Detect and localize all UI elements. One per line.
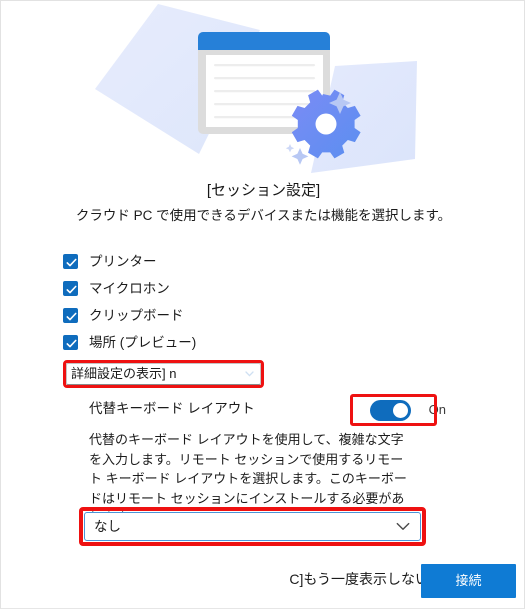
page-title: [セッション設定] <box>206 182 321 199</box>
checkmark-icon[interactable] <box>63 335 78 350</box>
checkmark-icon[interactable] <box>63 281 78 296</box>
checkbox-row-printer[interactable]: プリンター <box>63 248 363 275</box>
dont-show-again-label[interactable]: C]もう一度表示しない <box>289 569 429 589</box>
alt-keyboard-layout-label: 代替キーボード レイアウト <box>89 401 255 416</box>
alt-keyboard-layout-toggle[interactable] <box>370 400 411 421</box>
keyboard-layout-select-wrapper[interactable]: なし <box>79 507 426 546</box>
checkmark-icon[interactable] <box>63 254 78 269</box>
keyboard-layout-select-value: なし <box>94 518 121 534</box>
advanced-settings-field-wrapper[interactable]: 詳細設定の表示] n <box>63 360 264 388</box>
checkbox-label-microphone: マイクロホン <box>89 280 170 296</box>
checkbox-label-printer: プリンター <box>89 253 157 269</box>
page-subtitle: クラウド PC で使用できるデバイスまたは機能を選択します。 <box>75 208 452 223</box>
checkbox-row-location[interactable]: 場所 (プレビュー) <box>63 329 363 356</box>
toggle-knob <box>393 403 408 418</box>
checkbox-label-clipboard: クリップボード <box>89 307 184 323</box>
connect-button[interactable]: 接続 <box>421 564 516 598</box>
checkbox-label-location: 場所 (プレビュー) <box>89 334 197 350</box>
chevron-down-icon[interactable] <box>245 371 254 377</box>
device-checkbox-list: プリンター マイクロホン クリップボード 場所 (プレビュー) <box>63 248 363 356</box>
alt-keyboard-layout-row: 代替キーボード レイアウト On <box>89 394 479 426</box>
checkbox-row-clipboard[interactable]: クリップボード <box>63 302 363 329</box>
chevron-down-icon[interactable] <box>396 522 410 531</box>
session-settings-dialog: [セッション設定] クラウド PC で使用できるデバイスまたは機能を選択します。… <box>0 0 525 609</box>
session-settings-illustration <box>1 1 524 173</box>
keyboard-layout-select[interactable]: なし <box>84 512 421 541</box>
advanced-settings-field[interactable]: 詳細設定の表示] n <box>66 363 261 385</box>
toggle-state-label: On <box>428 402 446 417</box>
checkbox-row-microphone[interactable]: マイクロホン <box>63 275 363 302</box>
checkmark-icon[interactable] <box>63 308 78 323</box>
advanced-settings-value: 詳細設定の表示] n <box>71 366 177 381</box>
